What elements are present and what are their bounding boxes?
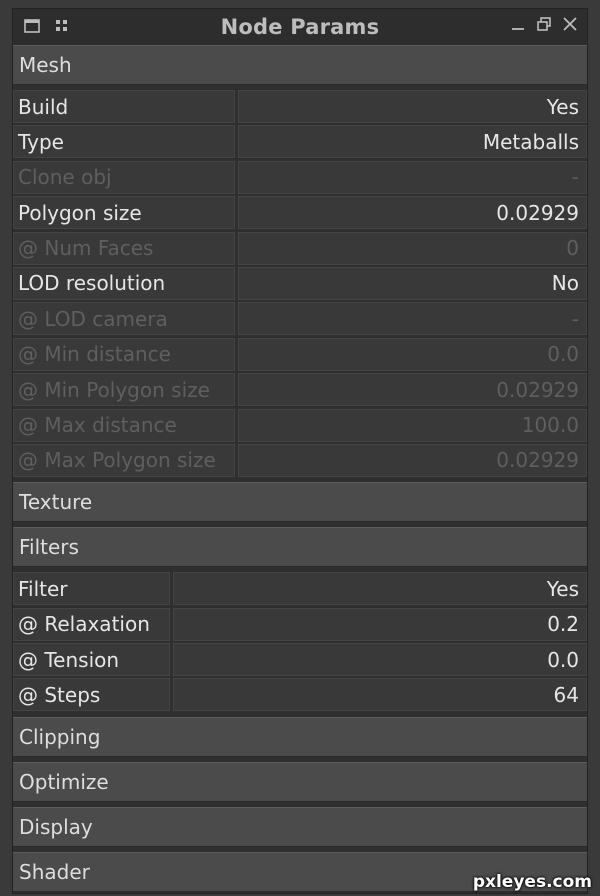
title-bar[interactable]: Node Params: [13, 9, 587, 45]
param-value: 0.0: [238, 337, 587, 371]
param-value: 0.02929: [238, 373, 587, 407]
param-row[interactable]: @ Relaxation 0.2: [13, 607, 587, 641]
param-row: @ Num Faces 0: [13, 231, 587, 265]
param-label: @ Min Polygon size: [13, 373, 235, 407]
param-row: @ Min distance 0.0: [13, 337, 587, 371]
param-value[interactable]: 0.02929: [238, 196, 587, 230]
section-clipping[interactable]: Clipping: [13, 716, 587, 757]
section-filters[interactable]: Filters: [13, 527, 587, 568]
restore-icon[interactable]: [535, 15, 553, 33]
watermark: pxleyes.com: [472, 872, 592, 892]
minimize-icon[interactable]: [509, 15, 527, 33]
param-row: Clone obj -: [13, 160, 587, 194]
section-display[interactable]: Display: [13, 806, 587, 847]
param-label: Build: [13, 90, 235, 123]
param-row[interactable]: Filter Yes: [13, 572, 587, 606]
param-value: -: [238, 302, 587, 336]
param-value[interactable]: Yes: [238, 90, 587, 123]
param-value[interactable]: 64: [173, 678, 587, 712]
param-row[interactable]: @ Tension 0.0: [13, 643, 587, 677]
window-title: Node Params: [220, 15, 380, 39]
param-value: -: [238, 160, 587, 194]
section-texture[interactable]: Texture: [13, 482, 587, 523]
param-row: @ Min Polygon size 0.02929: [13, 373, 587, 407]
window-icon[interactable]: [23, 17, 41, 35]
param-label: @ Min distance: [13, 337, 235, 371]
mesh-params: Build Yes Type Metaballs Clone obj - Polygo…: [13, 90, 587, 482]
section-optimize[interactable]: Optimize: [13, 761, 587, 802]
param-label: Clone obj: [13, 160, 235, 194]
param-label: Polygon size: [13, 196, 235, 230]
param-value[interactable]: Yes: [173, 572, 587, 606]
param-row: @ LOD camera -: [13, 302, 587, 336]
param-row: @ Max Polygon size 0.02929: [13, 443, 587, 477]
param-label: @ Num Faces: [13, 231, 235, 265]
param-value: 100.0: [238, 408, 587, 442]
param-label: @ Tension: [13, 643, 170, 677]
param-row[interactable]: Polygon size 0.02929: [13, 196, 587, 230]
grid-icon[interactable]: [53, 17, 71, 35]
param-label: @ Relaxation: [13, 607, 170, 641]
param-value[interactable]: No: [238, 266, 587, 300]
param-value: 0.02929: [238, 443, 587, 477]
node-params-panel: Node Params Mesh Build Yes Type Metaball…: [12, 8, 588, 894]
param-label: @ Steps: [13, 678, 170, 712]
param-value[interactable]: 0.2: [173, 607, 587, 641]
param-label: Filter: [13, 572, 170, 606]
param-label: @ Max distance: [13, 408, 235, 442]
filter-params: Filter Yes @ Relaxation 0.2 @ Tension 0.0 @…: [13, 572, 587, 717]
param-label: LOD resolution: [13, 266, 235, 300]
param-label: Type: [13, 125, 235, 159]
param-row: @ Max distance 100.0: [13, 408, 587, 442]
section-mesh[interactable]: Mesh: [13, 45, 587, 85]
param-value[interactable]: 0.0: [173, 643, 587, 677]
param-value[interactable]: Metaballs: [238, 125, 587, 159]
param-row[interactable]: LOD resolution No: [13, 266, 587, 300]
param-label: @ Max Polygon size: [13, 443, 235, 477]
param-row[interactable]: Type Metaballs: [13, 125, 587, 159]
param-label: @ LOD camera: [13, 302, 235, 336]
param-row[interactable]: @ Steps 64: [13, 678, 587, 712]
param-value: 0: [238, 231, 587, 265]
close-icon[interactable]: [561, 15, 579, 33]
param-row[interactable]: Build Yes: [13, 90, 587, 123]
